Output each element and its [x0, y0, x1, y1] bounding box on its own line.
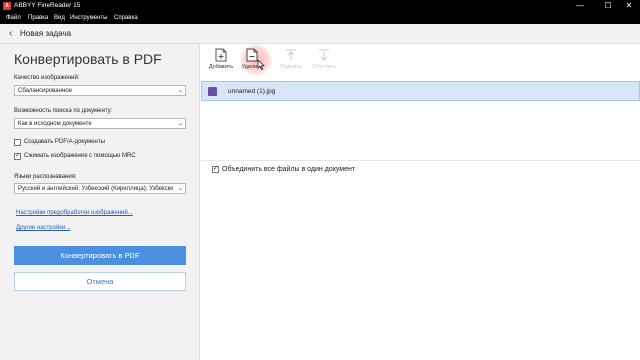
merge-label: Объединить все файлы в один документ — [222, 166, 356, 173]
menu-help[interactable]: Справка — [114, 12, 138, 24]
minimize-button[interactable]: — — [566, 0, 594, 12]
languages-value: Русский и английский; Узбекский (Кирилли… — [18, 186, 173, 192]
move-down-label: Опустить — [312, 64, 336, 70]
close-button[interactable]: ✕ — [618, 0, 640, 12]
other-settings-link[interactable]: Другие настройки... — [16, 224, 70, 232]
window-title: ABBYY FineReader 15 — [14, 2, 81, 9]
add-file-icon — [215, 48, 227, 62]
file-toolbar: Добавить Удалить Поднять Опустить — [201, 44, 640, 78]
chevron-down-icon: ⌄ — [177, 186, 183, 192]
chevron-down-icon: ⌄ — [177, 88, 183, 94]
chevron-down-icon: ⌄ — [177, 121, 183, 127]
move-up-icon — [286, 49, 296, 60]
panel-title: Конвертировать в PDF — [14, 51, 162, 67]
menu-file[interactable]: Файл — [6, 12, 21, 24]
menu-bar: Файл Правка Вид Инструменты Справка — [0, 12, 640, 24]
mrc-label: Сжимать изображения с помощью MRC — [24, 153, 136, 159]
languages-label: Языки распознавания: — [14, 174, 77, 180]
menu-view[interactable]: Вид — [54, 12, 65, 24]
add-button[interactable]: Добавить — [206, 46, 236, 74]
convert-to-pdf-button[interactable]: Конвертировать в PDF — [14, 246, 186, 265]
pdfa-checkbox[interactable] — [14, 139, 21, 146]
menu-tools[interactable]: Инструменты — [70, 12, 107, 24]
menu-edit[interactable]: Правка — [28, 12, 48, 24]
move-up-label: Поднять — [280, 64, 302, 70]
image-quality-label: Качество изображений: — [14, 75, 80, 81]
image-quality-select[interactable]: Сбалансированное ⌄ — [14, 85, 186, 96]
abbyy-logo-icon: A — [3, 2, 11, 10]
image-quality-value: Сбалансированное — [18, 88, 72, 94]
searchability-label: Возможность поиска по документу: — [14, 108, 113, 114]
back-bar: ‹ Новая задача — [0, 24, 640, 44]
title-bar: A ABBYY FineReader 15 — ☐ ✕ — [0, 0, 640, 12]
mrc-checkbox[interactable]: ✓ — [14, 153, 21, 160]
add-label: Добавить — [208, 64, 234, 70]
settings-panel: Конвертировать в PDF Качество изображени… — [0, 44, 200, 360]
image-file-icon — [208, 87, 217, 96]
move-down-icon — [319, 49, 329, 61]
merge-checkbox[interactable]: ✓ — [212, 166, 219, 173]
searchability-select[interactable]: Как в исходном документе ⌄ — [14, 118, 186, 129]
languages-select[interactable]: Русский и английский; Узбекский (Кирилли… — [14, 183, 186, 194]
move-down-button[interactable]: Опустить — [309, 46, 339, 74]
list-item[interactable]: unnamed (1).jpg — [201, 81, 640, 101]
divider — [201, 160, 640, 161]
back-arrow-icon[interactable]: ‹ — [9, 28, 12, 39]
cancel-button[interactable]: Отмена — [14, 272, 186, 291]
pdfa-label: Создавать PDF/A-документы — [24, 139, 105, 145]
move-up-button[interactable]: Поднять — [276, 46, 306, 74]
searchability-value: Как в исходном документе — [18, 121, 92, 127]
file-list: unnamed (1).jpg — [201, 80, 640, 160]
mouse-cursor-icon — [257, 60, 265, 70]
preprocessing-settings-link[interactable]: Настройки предобработки изображений... — [16, 209, 133, 217]
file-name: unnamed (1).jpg — [228, 88, 276, 95]
new-task-link[interactable]: Новая задача — [20, 29, 71, 39]
